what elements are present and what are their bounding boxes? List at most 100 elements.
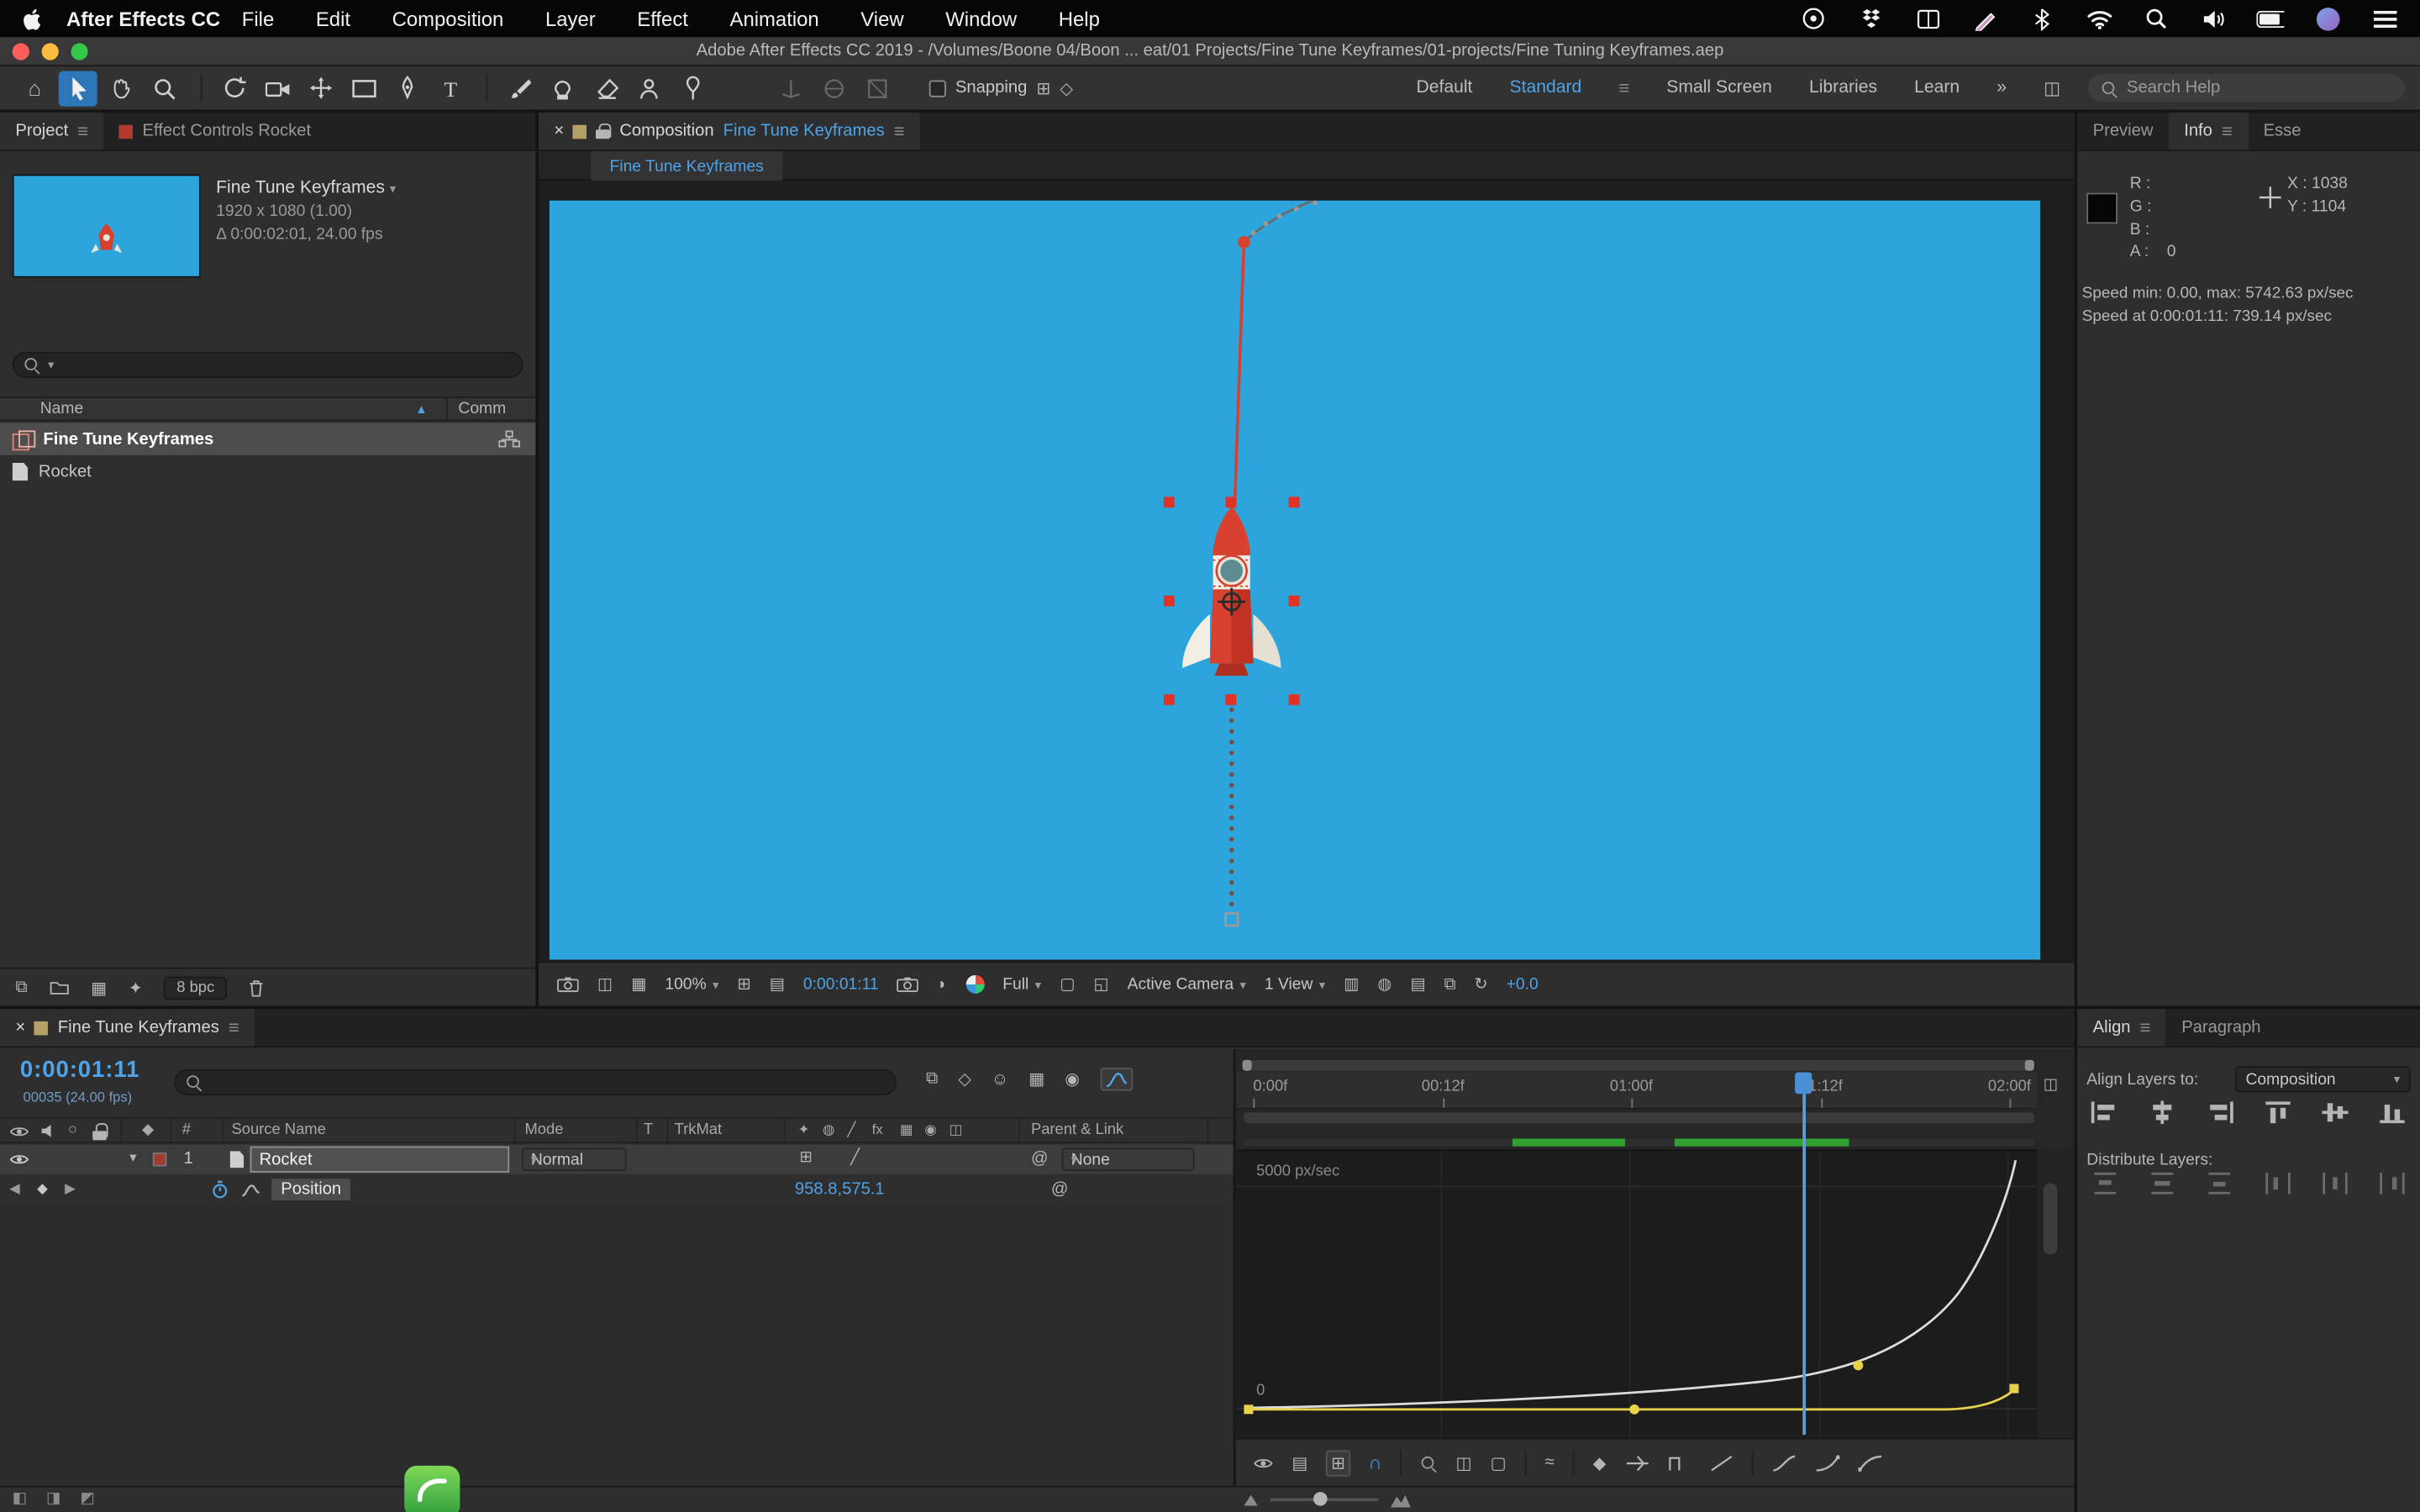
battery-icon[interactable] xyxy=(2256,5,2284,33)
hide-shy-layers-icon[interactable]: ☺ xyxy=(992,1070,1009,1089)
tab-project[interactable]: Project ≡ xyxy=(0,113,104,150)
parent-pickwhip-icon[interactable]: @ xyxy=(1031,1149,1049,1168)
align-center-horizontal-button[interactable] xyxy=(2144,1099,2181,1126)
trash-icon[interactable] xyxy=(249,979,264,995)
fit-all-graphs-icon[interactable]: ▢ xyxy=(1491,1452,1507,1473)
column-mode[interactable]: Mode xyxy=(524,1121,563,1138)
tab-preview[interactable]: Preview xyxy=(2077,113,2169,150)
snapping-checkbox[interactable] xyxy=(929,80,946,97)
switch-motion-blur-icon[interactable]: ◉ xyxy=(924,1121,936,1138)
menu-animation[interactable]: Animation xyxy=(730,7,819,30)
snapping-control[interactable]: Snapping ⊞ ◇ xyxy=(929,78,1073,98)
creative-cloud-icon[interactable] xyxy=(1800,5,1828,33)
project-item-comp[interactable]: Fine Tune Keyframes xyxy=(0,423,535,455)
menu-file[interactable]: File xyxy=(242,7,274,30)
work-area-bar[interactable] xyxy=(1244,1112,2033,1123)
transform-box-icon[interactable]: ⊞ xyxy=(1327,1450,1350,1476)
timeline-current-time[interactable]: 0:00:01:11 xyxy=(20,1057,139,1083)
roto-brush-tool[interactable] xyxy=(629,71,668,106)
dock-app-icon[interactable] xyxy=(404,1466,460,1512)
separate-dimensions-icon[interactable]: ≈ xyxy=(1545,1453,1555,1472)
project-bit-depth[interactable]: 8 bpc xyxy=(165,976,227,1000)
layer-name[interactable]: Rocket xyxy=(251,1148,508,1172)
pan-behind-tool[interactable] xyxy=(301,71,339,106)
project-search-field[interactable]: ▾ xyxy=(13,352,523,378)
zoom-slider[interactable] xyxy=(1270,1498,1379,1501)
comp-navigator-tab[interactable]: Fine Tune Keyframes xyxy=(591,151,781,181)
switch-effects-icon[interactable]: fx xyxy=(872,1121,883,1137)
distribute-top-button[interactable] xyxy=(2086,1169,2123,1197)
solo-column-icon[interactable]: ○ xyxy=(68,1121,77,1138)
menu-window[interactable]: Window xyxy=(945,7,1017,30)
time-ruler[interactable]: 0:00f 00:12f 01:00f 01:12f 02:00f xyxy=(1236,1073,2037,1110)
camera-dropdown[interactable]: Active Camera▾ xyxy=(1128,975,1246,994)
snapshot-camera-icon[interactable] xyxy=(557,977,579,992)
motion-path-selected-segment[interactable] xyxy=(1234,242,1244,504)
keyframe-next-button[interactable]: ▶ xyxy=(65,1180,76,1197)
ease-linear-icon[interactable] xyxy=(1709,1454,1733,1471)
wifi-icon[interactable] xyxy=(2085,5,2112,33)
menu-view[interactable]: View xyxy=(860,7,903,30)
auto-zoom-graph-icon[interactable] xyxy=(1420,1454,1437,1471)
mask-visibility-icon[interactable]: ▤ xyxy=(770,975,785,994)
comp-panel-menu-icon[interactable]: ≡ xyxy=(894,120,905,142)
scrollbar-thumb[interactable] xyxy=(2044,1184,2058,1254)
project-panel-menu-icon[interactable]: ≡ xyxy=(77,120,88,142)
keyframe-prev-button[interactable]: ◀ xyxy=(9,1180,20,1197)
workspace-default[interactable]: Default xyxy=(1416,79,1472,97)
eraser-tool[interactable] xyxy=(587,71,625,106)
switch-shy-icon[interactable]: ✦ xyxy=(798,1121,810,1138)
motion-path-curve[interactable] xyxy=(1244,201,1417,243)
easy-ease-icon[interactable] xyxy=(1771,1454,1796,1471)
distribute-left-button[interactable] xyxy=(2259,1169,2296,1197)
column-t[interactable]: T xyxy=(644,1121,653,1138)
show-snapshot-icon[interactable]: ◫ xyxy=(597,975,613,994)
property-pickwhip-icon[interactable]: @ xyxy=(1051,1180,1069,1199)
lock-icon[interactable] xyxy=(597,123,611,139)
camera-tool[interactable] xyxy=(258,71,297,106)
help-search-box[interactable] xyxy=(2088,74,2405,102)
tab-paragraph[interactable]: Paragraph xyxy=(2166,1009,2276,1046)
window-manager-icon[interactable] xyxy=(1914,5,1942,33)
video-column-icon[interactable] xyxy=(9,1125,29,1139)
motion-blur-icon[interactable]: ◉ xyxy=(1065,1069,1080,1089)
column-index[interactable]: # xyxy=(182,1121,191,1138)
toggle-mask-path-icon[interactable]: ◱ xyxy=(1093,975,1108,994)
transparency-grid-icon[interactable]: ▦ xyxy=(631,975,646,994)
graph-scrollbar[interactable] xyxy=(2037,1149,2074,1437)
column-trkmat[interactable]: TrkMat xyxy=(675,1121,722,1138)
user-avatar-icon[interactable] xyxy=(2313,5,2341,33)
column-comment[interactable]: Comm xyxy=(458,400,506,418)
zoom-slider-knob[interactable] xyxy=(1313,1492,1328,1506)
pen-tool[interactable] xyxy=(387,71,426,106)
help-search-input[interactable] xyxy=(2127,79,2374,97)
align-panel-menu-icon[interactable]: ≡ xyxy=(2140,1016,2151,1038)
comp-marker-bin-icon[interactable]: ◫ xyxy=(2044,1077,2058,1094)
fast-previews-icon[interactable]: ◍ xyxy=(1377,975,1392,994)
graph-editor[interactable]: 5000 px/sec 0 xyxy=(1236,1149,2037,1437)
spotlight-search-icon[interactable] xyxy=(2142,5,2170,33)
comp-flowchart-icon[interactable]: ⧉ xyxy=(1444,974,1456,995)
navigator-end-handle[interactable] xyxy=(2025,1060,2034,1071)
keyframe-add-button[interactable]: ◆ xyxy=(37,1180,48,1197)
clone-stamp-tool[interactable] xyxy=(544,71,582,106)
distribute-right-button[interactable] xyxy=(2374,1169,2411,1197)
comp-name-caret-icon[interactable]: ▾ xyxy=(390,182,396,197)
frame-blending-icon[interactable]: ▦ xyxy=(1028,1069,1044,1089)
layer-anchor-switch-icon[interactable]: ⊞ xyxy=(799,1149,812,1166)
workspace-learn[interactable]: Learn xyxy=(1914,79,1960,97)
puppet-pin-tool[interactable] xyxy=(673,71,712,106)
switch-quality-icon[interactable]: ╱ xyxy=(847,1121,855,1138)
align-right-button[interactable] xyxy=(2202,1099,2238,1126)
fit-selection-icon[interactable]: ◫ xyxy=(1456,1452,1472,1473)
snap-option-1-icon[interactable]: ⊞ xyxy=(1036,78,1050,98)
project-search-input[interactable] xyxy=(61,355,512,374)
sort-ascending-icon[interactable]: ▲ xyxy=(415,402,428,416)
show-properties-eye-icon[interactable] xyxy=(1253,1456,1273,1470)
menubar-app-name[interactable]: After Effects CC xyxy=(66,7,220,30)
close-tab-icon[interactable]: × xyxy=(554,122,564,140)
comp-current-time[interactable]: 0:00:01:11 xyxy=(803,975,879,994)
draft-3d-icon[interactable]: ◇ xyxy=(958,1069,971,1089)
comp-mini-flowchart-icon[interactable]: ⧉ xyxy=(926,1069,938,1089)
brush-tool[interactable] xyxy=(500,71,539,106)
